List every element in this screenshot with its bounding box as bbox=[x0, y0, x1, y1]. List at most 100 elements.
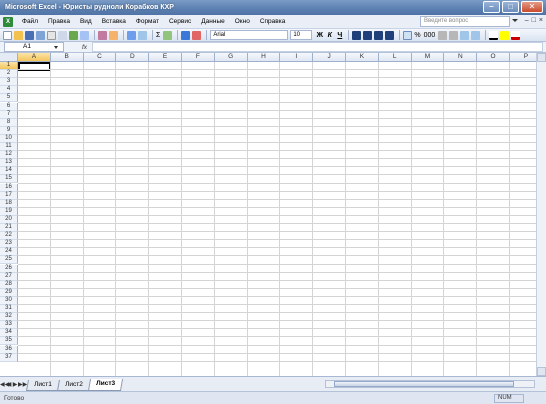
row-header-32[interactable]: 32 bbox=[0, 313, 18, 322]
column-header-a[interactable]: A bbox=[18, 53, 51, 62]
sheet-tab-3[interactable]: Лист3 bbox=[87, 378, 123, 391]
row-header-2[interactable]: 2 bbox=[0, 70, 18, 79]
row-header-1[interactable]: 1 bbox=[0, 62, 18, 71]
menu-help[interactable]: Справка bbox=[255, 18, 291, 25]
row-header-15[interactable]: 15 bbox=[0, 175, 18, 184]
merge-center-icon[interactable] bbox=[385, 30, 395, 40]
sort-icon[interactable] bbox=[163, 30, 173, 40]
borders-icon[interactable] bbox=[489, 30, 499, 40]
formula-input[interactable] bbox=[92, 42, 543, 52]
menu-tools[interactable]: Сервис bbox=[164, 18, 196, 25]
new-icon[interactable] bbox=[3, 30, 12, 40]
outdent-icon[interactable] bbox=[471, 30, 481, 40]
cut-icon[interactable] bbox=[98, 30, 107, 40]
horizontal-scroll-thumb[interactable] bbox=[334, 381, 514, 387]
font-name-select[interactable]: Arial bbox=[210, 30, 289, 40]
indent-icon[interactable] bbox=[460, 30, 470, 40]
font-color-icon[interactable] bbox=[511, 30, 521, 40]
column-header-g[interactable]: G bbox=[214, 53, 248, 62]
redo-icon[interactable] bbox=[138, 30, 147, 40]
row-header-19[interactable]: 19 bbox=[0, 207, 18, 216]
vertical-scrollbar[interactable] bbox=[536, 53, 546, 376]
drawing-icon[interactable] bbox=[192, 30, 202, 40]
paste-icon[interactable] bbox=[109, 30, 118, 40]
maximize-button[interactable]: □ bbox=[502, 1, 519, 13]
column-header-c[interactable]: C bbox=[83, 53, 117, 62]
menu-file[interactable]: Файл bbox=[17, 18, 43, 25]
column-header-h[interactable]: H bbox=[247, 53, 281, 62]
row-header-4[interactable]: 4 bbox=[0, 86, 18, 95]
column-header-n[interactable]: N bbox=[444, 53, 478, 62]
menu-format[interactable]: Формат bbox=[131, 18, 164, 25]
align-right-icon[interactable] bbox=[374, 30, 384, 40]
row-header-24[interactable]: 24 bbox=[0, 248, 18, 257]
minimize-button[interactable]: – bbox=[483, 1, 500, 13]
sheet-tab-2[interactable]: Лист2 bbox=[56, 379, 91, 391]
spelling-icon[interactable] bbox=[69, 30, 78, 40]
scroll-down-button[interactable] bbox=[537, 367, 546, 376]
column-header-f[interactable]: F bbox=[182, 53, 215, 62]
last-sheet-button[interactable]: ▶▶ bbox=[18, 381, 27, 388]
autosum-icon[interactable]: Σ bbox=[156, 32, 160, 39]
open-icon[interactable] bbox=[14, 30, 23, 40]
save-icon[interactable] bbox=[25, 30, 34, 40]
column-header-b[interactable]: B bbox=[50, 53, 84, 62]
name-box-dropdown-icon[interactable] bbox=[54, 46, 58, 49]
preview-icon[interactable] bbox=[58, 30, 67, 40]
doc-minimize-button[interactable]: – bbox=[525, 17, 529, 24]
row-header-20[interactable]: 20 bbox=[0, 215, 18, 224]
align-left-icon[interactable] bbox=[352, 30, 362, 40]
menu-view[interactable]: Вид bbox=[75, 18, 97, 25]
help-dropdown-icon[interactable] bbox=[512, 19, 518, 22]
row-header-27[interactable]: 27 bbox=[0, 272, 18, 281]
row-header-29[interactable]: 29 bbox=[0, 288, 18, 297]
increase-decimal-icon[interactable] bbox=[438, 30, 448, 40]
italic-button[interactable]: К bbox=[325, 32, 334, 39]
menu-window[interactable]: Окно bbox=[230, 18, 255, 25]
permission-icon[interactable] bbox=[36, 30, 45, 40]
row-header-37[interactable]: 37 bbox=[0, 353, 18, 362]
menu-data[interactable]: Данные bbox=[196, 18, 229, 25]
row-header-16[interactable]: 16 bbox=[0, 183, 18, 192]
row-header-25[interactable]: 25 bbox=[0, 256, 18, 265]
row-header-10[interactable]: 10 bbox=[0, 134, 18, 143]
menu-edit[interactable]: Правка bbox=[43, 18, 75, 25]
row-header-14[interactable]: 14 bbox=[0, 167, 18, 176]
horizontal-scrollbar[interactable] bbox=[325, 380, 535, 388]
row-header-3[interactable]: 3 bbox=[0, 78, 18, 87]
print-icon[interactable] bbox=[47, 30, 56, 40]
menu-insert[interactable]: Вставка bbox=[97, 18, 131, 25]
align-center-icon[interactable] bbox=[363, 30, 373, 40]
row-header-12[interactable]: 12 bbox=[0, 151, 18, 160]
row-header-11[interactable]: 11 bbox=[0, 143, 18, 152]
scroll-up-button[interactable] bbox=[537, 53, 546, 62]
row-header-28[interactable]: 28 bbox=[0, 280, 18, 289]
row-header-9[interactable]: 9 bbox=[0, 126, 18, 135]
currency-icon[interactable] bbox=[403, 30, 413, 40]
undo-icon[interactable] bbox=[127, 30, 136, 40]
comma-style-button[interactable]: 000 bbox=[424, 32, 436, 39]
column-header-k[interactable]: K bbox=[346, 53, 379, 62]
column-header-l[interactable]: L bbox=[378, 53, 412, 62]
row-header-23[interactable]: 23 bbox=[0, 240, 18, 249]
worksheet-grid[interactable]: ABCDEFGHIJKLMNOP 1 2 3 4 5 6 7 8 9 10 11 12 13 14 15 16… bbox=[0, 53, 546, 376]
row-header-7[interactable]: 7 bbox=[0, 110, 18, 119]
font-size-select[interactable]: 10 bbox=[290, 30, 313, 40]
column-header-d[interactable]: D bbox=[116, 53, 150, 62]
research-icon[interactable] bbox=[80, 30, 89, 40]
chart-icon[interactable] bbox=[181, 30, 191, 40]
row-header-30[interactable]: 30 bbox=[0, 296, 18, 305]
fill-color-icon[interactable] bbox=[500, 30, 510, 40]
row-header-21[interactable]: 21 bbox=[0, 224, 18, 233]
row-header-34[interactable]: 34 bbox=[0, 329, 18, 338]
row-header-18[interactable]: 18 bbox=[0, 199, 18, 208]
help-search-input[interactable]: Введите вопрос bbox=[420, 16, 510, 27]
column-header-i[interactable]: I bbox=[280, 53, 314, 62]
fx-icon[interactable]: fx bbox=[82, 44, 87, 51]
sheet-tab-1[interactable]: Лист1 bbox=[26, 379, 60, 391]
bold-button[interactable]: Ж bbox=[315, 32, 324, 39]
close-button[interactable]: ✕ bbox=[521, 1, 543, 13]
row-header-22[interactable]: 22 bbox=[0, 232, 18, 241]
cell-area[interactable] bbox=[18, 62, 543, 376]
row-header-6[interactable]: 6 bbox=[0, 102, 18, 111]
